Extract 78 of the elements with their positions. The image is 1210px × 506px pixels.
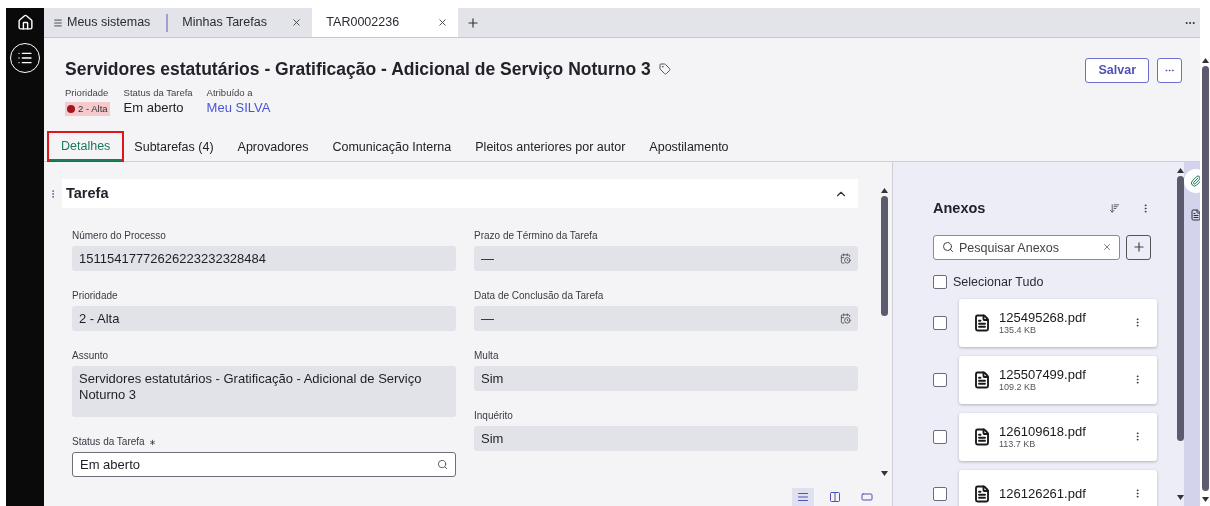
field-value: Sim [481,430,504,447]
field-label: Inquérito [474,410,513,422]
field-value: — [481,250,494,267]
scroll-down-icon[interactable] [1201,497,1209,502]
checkbox[interactable] [933,486,947,501]
scroll-up-icon[interactable] [1201,58,1209,63]
calendar-icon [840,253,851,264]
file-name: 126109618.pdf [999,423,1087,439]
save-button[interactable]: Salvar [1085,58,1149,83]
clear-icon[interactable] [1102,241,1112,252]
input-field[interactable]: Em aberto [72,452,456,477]
field-value: 2 - Alta [79,310,120,327]
meta-label: Prioridade [65,87,110,99]
field-value: — [481,310,494,327]
field-label: Data de Conclusão da Tarefa [474,290,604,302]
file-card[interactable]: 126109618.pdf 113.7 KB [959,412,1157,461]
field-value: 15115417772626223232328484 [79,250,266,267]
file-name: 125495268.pdf [999,309,1087,325]
field-label: Multa [474,350,499,362]
file-card[interactable]: 125495268.pdf 135.4 KB [959,298,1157,347]
scrollbar-thumb[interactable] [880,196,888,316]
panel-title: Anexos [933,199,986,218]
field-value: Sim [481,370,504,387]
section-title: Tarefa [65,183,109,203]
close-icon[interactable] [437,17,449,28]
view-mode-icon[interactable] [792,488,814,506]
page-title: Servidores estatutários - Gratificação - Adicional de Serviço Noturno 3 [65,57,651,81]
home-icon[interactable] [16,14,34,31]
meta-value: Em aberto [123,99,185,116]
checkbox[interactable] [933,275,947,290]
file-card[interactable]: 126126261.pdf [959,469,1157,506]
meta-label: Atribuído a [206,87,254,99]
checkbox[interactable] [933,315,947,330]
file-card[interactable]: 125507499.pdf 109.2 KB [959,355,1157,404]
select-all-label[interactable]: Selecionar Tudo [953,272,1044,292]
priority-badge: 2 - Alta [65,102,110,116]
field-label: Prioridade [72,290,118,302]
more-button[interactable] [1157,58,1182,83]
sort-icon[interactable] [1109,203,1120,215]
field-label: Número do Processo [72,230,166,242]
plus-icon[interactable] [1131,240,1146,255]
meta-label: Status da Tarefa [123,87,193,99]
field-value: Servidores estatutários - Gratificação - Adicional de Serviço Noturno 3 [79,371,423,403]
scroll-up-icon[interactable] [1177,168,1184,173]
search-icon [437,459,448,470]
field-label: Assunto [72,350,109,362]
file-size: 113.7 KB [999,438,1036,450]
search-field[interactable]: Pesquisar Anexos [933,235,1120,261]
tab[interactable]: Pleitos anteriores por autor [463,133,638,161]
tab[interactable]: Aprovadores [225,133,321,161]
file-size: 109.2 KB [999,381,1037,393]
tag-icon[interactable] [658,63,671,75]
close-icon[interactable] [291,17,303,28]
scrollbar-thumb[interactable] [1177,176,1184,441]
scroll-down-icon[interactable] [880,471,888,476]
add-button[interactable] [1126,234,1151,260]
calendar-icon [840,313,851,324]
scrollbar-thumb[interactable] [1201,66,1209,491]
field-label: Status da Tarefa [72,436,145,448]
field-value: Em aberto [80,456,140,473]
menu-icon[interactable] [53,17,63,28]
tab[interactable]: Apostilamento [637,133,741,161]
add-tab-icon[interactable] [466,15,481,30]
scroll-down-icon[interactable] [1177,495,1184,500]
file-name: 126126261.pdf [999,486,1087,501]
assignee-link[interactable]: Meu SILVA [206,99,271,116]
file-size: 135.4 KB [999,324,1037,336]
tab[interactable]: Detalhes [49,133,123,161]
checkbox[interactable] [933,372,947,387]
field-label: Prazo de Término da Tarefa [474,230,598,242]
file-name: 125507499.pdf [999,366,1087,382]
scroll-up-icon[interactable] [880,188,888,193]
tab[interactable]: Comunicação Interna [320,133,464,161]
checkbox[interactable] [933,429,947,444]
tab[interactable]: Subtarefas (4) [122,133,226,161]
menu-tab[interactable]: Meus sistemas [67,13,151,32]
browser-tab[interactable]: TAR0002236 [312,8,459,37]
search-icon [942,240,954,253]
